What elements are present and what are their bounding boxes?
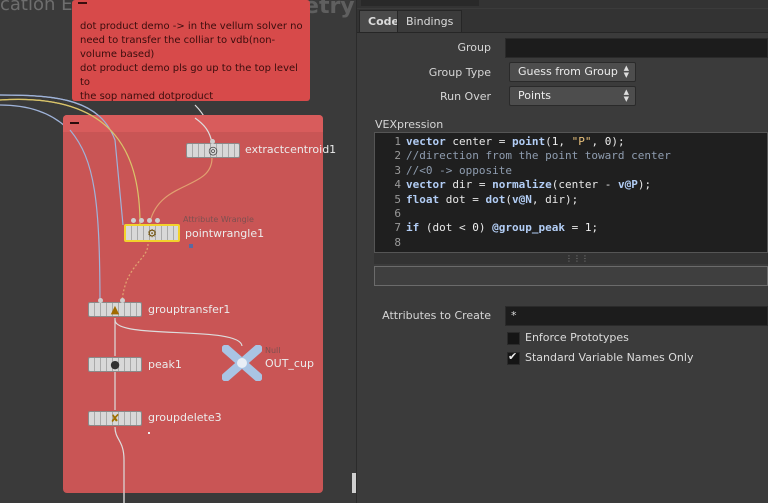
wrangle-icon: ⚙ [147, 226, 157, 240]
line-number: 8 [394, 235, 401, 249]
line-number: 6 [394, 207, 401, 221]
network-scrollbar[interactable] [352, 473, 356, 493]
node-subtitle: Attribute Wrangle [183, 215, 254, 224]
code-line[interactable]: if (dot < 0) @group_peak = 1; [406, 221, 671, 235]
node-groupdelete[interactable]: ✘ [88, 411, 142, 426]
code-line[interactable]: //<0 -> opposite [406, 164, 671, 178]
node-label: peak1 [148, 358, 182, 371]
input-port[interactable] [155, 218, 160, 223]
input-port[interactable] [147, 218, 152, 223]
node-subtitle: Null [265, 346, 281, 355]
enforce-prototypes-label: Enforce Prototypes [525, 331, 629, 344]
node-peak[interactable]: ● [88, 357, 142, 372]
code-line[interactable]: vector center = point(1, "P", 0); [406, 135, 671, 149]
attributes-to-create-field[interactable]: * [505, 306, 768, 326]
node-extractcentroid[interactable]: ◎ [186, 143, 240, 158]
peak-icon: ● [110, 358, 120, 371]
node-grouptransfer[interactable]: ▲ [88, 302, 142, 317]
node-label: extractcentroid1 [245, 143, 337, 156]
group-delete-icon: ✘ [110, 412, 120, 425]
code-line[interactable]: vector dir = normalize(center - v@P); [406, 178, 671, 192]
updown-arrow-icon: ▲ ▼ [623, 64, 629, 79]
node-label: groupdelete3 [148, 411, 222, 424]
group-label: Group [457, 41, 492, 54]
line-number: 5 [394, 192, 401, 206]
group-type-dropdown[interactable]: Guess from Group ▲ ▼ [509, 62, 636, 82]
tab-bar: Code Bindings [357, 9, 768, 33]
group-type-value: Guess from Group [518, 65, 618, 78]
node-outcup[interactable] [222, 345, 262, 381]
network-editor[interactable]: cation Edition Geometry dot product demo… [0, 0, 356, 503]
checkmark-icon: ✔ [508, 350, 518, 363]
input-port[interactable] [131, 218, 136, 223]
standard-variable-names-label: Standard Variable Names Only [525, 351, 694, 364]
editor-resize-grip[interactable]: ⋮⋮⋮ [374, 253, 768, 264]
vexpression-label: VEXpression [375, 118, 444, 131]
node-label: grouptransfer1 [148, 303, 231, 316]
tab-bindings[interactable]: Bindings [397, 10, 463, 32]
vex-code-editor[interactable]: 12345678 vector center = point(1, "P", 0… [374, 132, 768, 253]
node-label: pointwrangle1 [185, 227, 265, 240]
enforce-prototypes-checkbox[interactable] [507, 332, 520, 345]
parameter-pane: Code Bindings Group Group Type Guess fro… [357, 0, 768, 503]
vex-code[interactable]: vector center = point(1, "P", 0);//direc… [406, 135, 671, 250]
code-line[interactable] [406, 207, 671, 221]
run-over-value: Points [518, 89, 552, 102]
input-port[interactable] [210, 139, 215, 144]
line-number: 3 [394, 163, 401, 177]
code-line[interactable]: float dot = dot(v@N, dir); [406, 193, 671, 207]
line-number: 2 [394, 149, 401, 163]
line-number: 1 [394, 135, 401, 148]
group-type-label: Group Type [428, 66, 491, 79]
run-over-dropdown[interactable]: Points ▲ ▼ [509, 86, 636, 106]
run-over-label: Run Over [439, 90, 491, 103]
input-port[interactable] [98, 298, 103, 303]
input-port[interactable] [120, 298, 125, 303]
updown-arrow-icon: ▲ ▼ [623, 88, 629, 103]
code-line[interactable]: //direction from the point toward center [406, 149, 671, 163]
group-field[interactable] [505, 38, 768, 58]
line-number: 7 [394, 221, 401, 235]
node-flag [189, 244, 193, 248]
node-pointwrangle[interactable]: ⚙ [124, 224, 180, 242]
input-port[interactable] [139, 218, 144, 223]
extract-centroid-icon: ◎ [208, 144, 218, 157]
line-numbers: 12345678 [375, 135, 401, 250]
group-transfer-icon: ▲ [110, 303, 120, 316]
node-label: OUT_cup [265, 357, 314, 370]
standard-variable-names-checkbox[interactable]: ✔ [507, 350, 520, 365]
grip-dots-icon: ⋮⋮⋮ [565, 254, 589, 263]
node-dot [148, 432, 150, 434]
line-number: 4 [394, 178, 401, 192]
code-status-field [374, 266, 768, 286]
pane-top-strip [357, 0, 768, 8]
attributes-to-create-label: Attributes to Create [382, 309, 491, 322]
code-line[interactable] [406, 236, 671, 250]
wires-overlay [0, 94, 243, 503]
